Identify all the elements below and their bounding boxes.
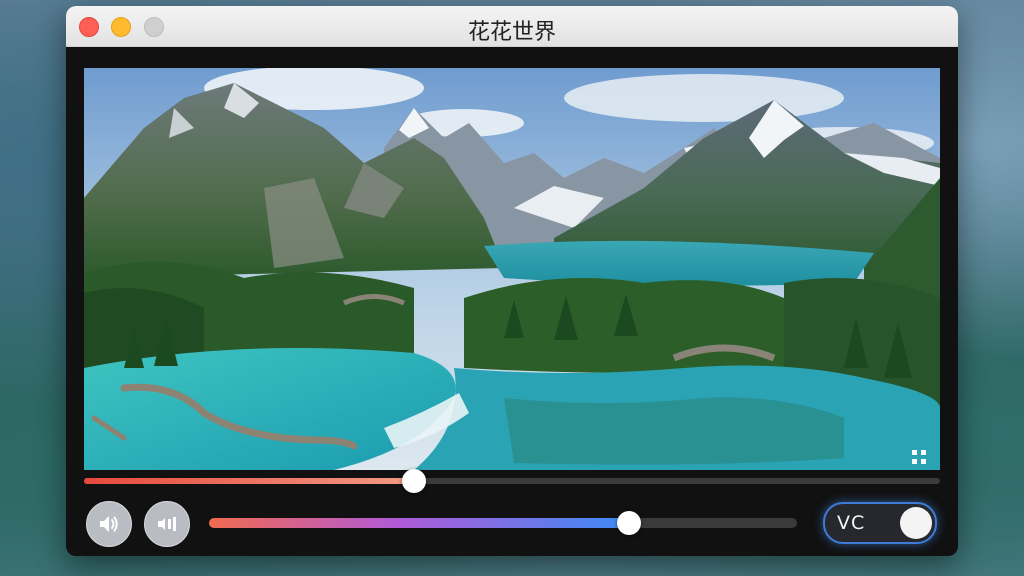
volume-thumb[interactable] [617,511,642,535]
video-scene-image [84,68,940,470]
vc-toggle-label: VC [837,512,866,534]
seek-thumb[interactable] [401,469,426,493]
seek-bar[interactable] [84,469,940,493]
audio-mode-button[interactable] [144,501,190,547]
volume-slider[interactable] [209,511,797,535]
fullscreen-icon[interactable] [912,450,926,464]
mute-button[interactable] [86,501,132,547]
speaker-bars-icon [158,517,176,531]
video-frame[interactable] [84,68,940,470]
vc-toggle[interactable]: VC [823,502,937,544]
speaker-icon [100,516,118,532]
player-window: 花花世界 VC [66,6,958,556]
title-bar: 花花世界 [66,6,958,47]
seek-progress-fill [84,478,414,484]
window-title: 花花世界 [467,20,556,45]
vc-toggle-knob [900,507,932,539]
volume-fill [209,518,630,528]
